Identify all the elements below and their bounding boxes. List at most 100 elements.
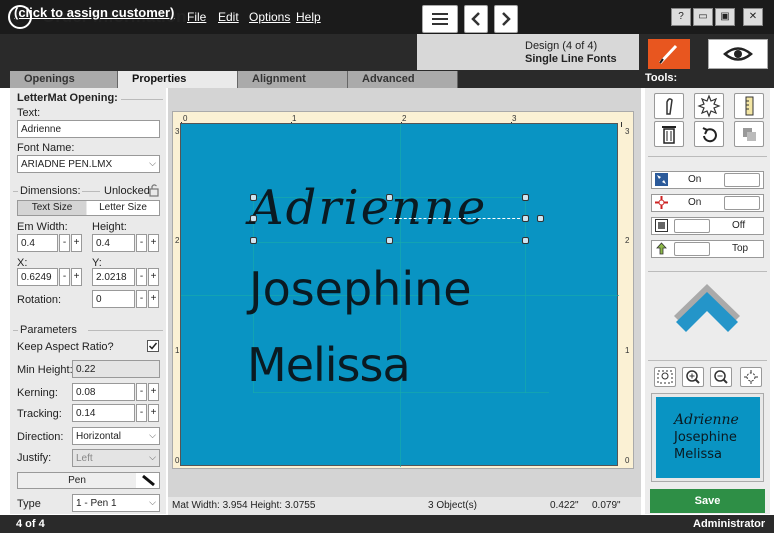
save-button[interactable]: Save <box>650 489 765 513</box>
x-increment[interactable]: + <box>71 268 82 286</box>
previous-design-button[interactable] <box>464 5 488 33</box>
tab-alignment[interactable]: Alignment <box>238 71 348 88</box>
menu-file[interactable]: File <box>187 10 206 24</box>
tab-advanced[interactable]: Advanced <box>348 71 458 88</box>
type-select[interactable]: 1 - Pen 1 ⌵ <box>72 494 160 512</box>
rotation-decrement[interactable]: - <box>136 290 147 308</box>
ruler-number: 3 <box>625 127 630 136</box>
letter-size-tab[interactable]: Letter Size <box>87 201 159 215</box>
mat-canvas[interactable]: Adrienne Josephine Melissa <box>180 123 619 467</box>
divider <box>648 360 767 361</box>
rotate-handle[interactable] <box>537 215 544 222</box>
hamburger-icon <box>432 13 448 25</box>
help-button[interactable]: ? <box>671 8 691 26</box>
type-label: Type <box>17 498 41 510</box>
snap-switch[interactable] <box>724 173 760 187</box>
move-up-icon[interactable] <box>672 282 742 347</box>
tracking-decrement[interactable]: - <box>136 404 147 422</box>
resize-handle[interactable] <box>386 194 393 201</box>
font-name-select[interactable]: ARIADNE PEN.LMX ⌵ <box>17 155 160 173</box>
next-design-button[interactable] <box>494 5 518 33</box>
frame-toggle-row[interactable]: Off <box>651 217 764 235</box>
snap-toggle-row[interactable]: On <box>651 171 764 189</box>
shape-tool-button[interactable] <box>694 93 724 119</box>
zoom-reset-button[interactable] <box>740 367 762 387</box>
close-button[interactable]: ✕ <box>743 8 763 26</box>
center-switch[interactable] <box>724 196 760 210</box>
center-toggle-row[interactable]: On <box>651 194 764 212</box>
mat-line-adrienne[interactable]: Adrienne <box>249 184 487 232</box>
min-height-input[interactable]: 0.22 <box>72 360 160 378</box>
knife-icon <box>666 98 673 115</box>
resize-handle[interactable] <box>250 194 257 201</box>
resize-handle[interactable] <box>250 215 257 222</box>
type-value: 1 - Pen 1 <box>76 498 117 509</box>
layer-toggle-row[interactable]: Top <box>651 240 764 258</box>
ruler-number: 3 <box>512 114 517 123</box>
delete-button[interactable] <box>654 121 684 147</box>
maximize-button[interactable]: ▣ <box>715 8 735 26</box>
keep-aspect-checkbox[interactable] <box>147 340 159 352</box>
rotation-increment[interactable]: + <box>148 290 159 308</box>
em-width-input[interactable]: 0.4 <box>17 234 58 252</box>
lock-open-icon[interactable] <box>148 183 160 200</box>
mat-line-josephine[interactable]: Josephine <box>249 266 472 312</box>
pen-button[interactable]: Pen <box>18 473 136 488</box>
rotation-input[interactable]: 0 <box>92 290 135 308</box>
resize-handle[interactable] <box>386 237 393 244</box>
tab-properties[interactable]: Properties <box>118 71 238 88</box>
font-name-value: ARIADNE PEN.LMX <box>21 159 113 170</box>
menu-options[interactable]: Options <box>249 10 290 24</box>
justify-select[interactable]: Left ⌵ <box>72 449 160 467</box>
undo-button[interactable] <box>694 121 724 147</box>
x-input[interactable]: 0.6249 <box>17 268 58 286</box>
y-increment[interactable]: + <box>148 268 159 286</box>
kerning-decrement[interactable]: - <box>136 383 147 401</box>
preview-line: Adrienne <box>674 412 739 428</box>
tab-openings[interactable]: Openings <box>10 71 118 88</box>
kerning-input[interactable]: 0.08 <box>72 383 135 401</box>
tracking-increment[interactable]: + <box>148 404 159 422</box>
height-decrement[interactable]: - <box>136 234 147 252</box>
minimize-button[interactable]: ▭ <box>693 8 713 26</box>
chevron-down-icon: ⌵ <box>149 452 156 462</box>
chevron-down-icon: ⌵ <box>149 497 156 507</box>
resize-handle[interactable] <box>522 194 529 201</box>
tools-title: Tools: <box>645 72 678 84</box>
direction-select[interactable]: Horizontal ⌵ <box>72 427 160 445</box>
zoom-out-button[interactable] <box>710 367 732 387</box>
text-size-tab[interactable]: Text Size <box>18 201 86 215</box>
kerning-increment[interactable]: + <box>148 383 159 401</box>
menu-edit[interactable]: Edit <box>218 10 239 24</box>
y-decrement[interactable]: - <box>136 268 147 286</box>
height-increment[interactable]: + <box>148 234 159 252</box>
y-input[interactable]: 2.0218 <box>92 268 135 286</box>
em-width-increment[interactable]: + <box>71 234 82 252</box>
em-width-decrement[interactable]: - <box>59 234 70 252</box>
mat-line-melissa[interactable]: Melissa <box>247 342 411 388</box>
cut-tool-button[interactable] <box>654 93 684 119</box>
list-menu-button[interactable] <box>422 5 458 33</box>
zoom-in-button[interactable] <box>682 367 704 387</box>
duplicate-button[interactable] <box>734 121 764 147</box>
ruler-tick <box>621 122 622 127</box>
menu-help[interactable]: Help <box>296 10 321 24</box>
frame-icon <box>655 219 668 232</box>
layer-switch[interactable] <box>674 242 710 256</box>
tracking-input[interactable]: 0.14 <box>72 404 135 422</box>
resize-handle[interactable] <box>250 237 257 244</box>
zoom-fit-button[interactable] <box>654 367 676 387</box>
em-width-label: Em Width: <box>17 221 68 233</box>
measure-tool-button[interactable] <box>734 93 764 119</box>
assign-customer-link[interactable]: (click to assign customer) <box>14 5 174 20</box>
pen-mode-button[interactable] <box>648 39 690 69</box>
preview-mat[interactable]: Adrienne Josephine Melissa <box>656 397 760 478</box>
chevron-left-icon <box>471 12 480 26</box>
height-input[interactable]: 0.4 <box>92 234 135 252</box>
resize-handle[interactable] <box>522 215 529 222</box>
preview-button[interactable] <box>708 39 768 69</box>
frame-switch[interactable] <box>674 219 710 233</box>
text-input[interactable]: Adrienne <box>17 120 160 138</box>
x-decrement[interactable]: - <box>59 268 70 286</box>
resize-handle[interactable] <box>522 237 529 244</box>
